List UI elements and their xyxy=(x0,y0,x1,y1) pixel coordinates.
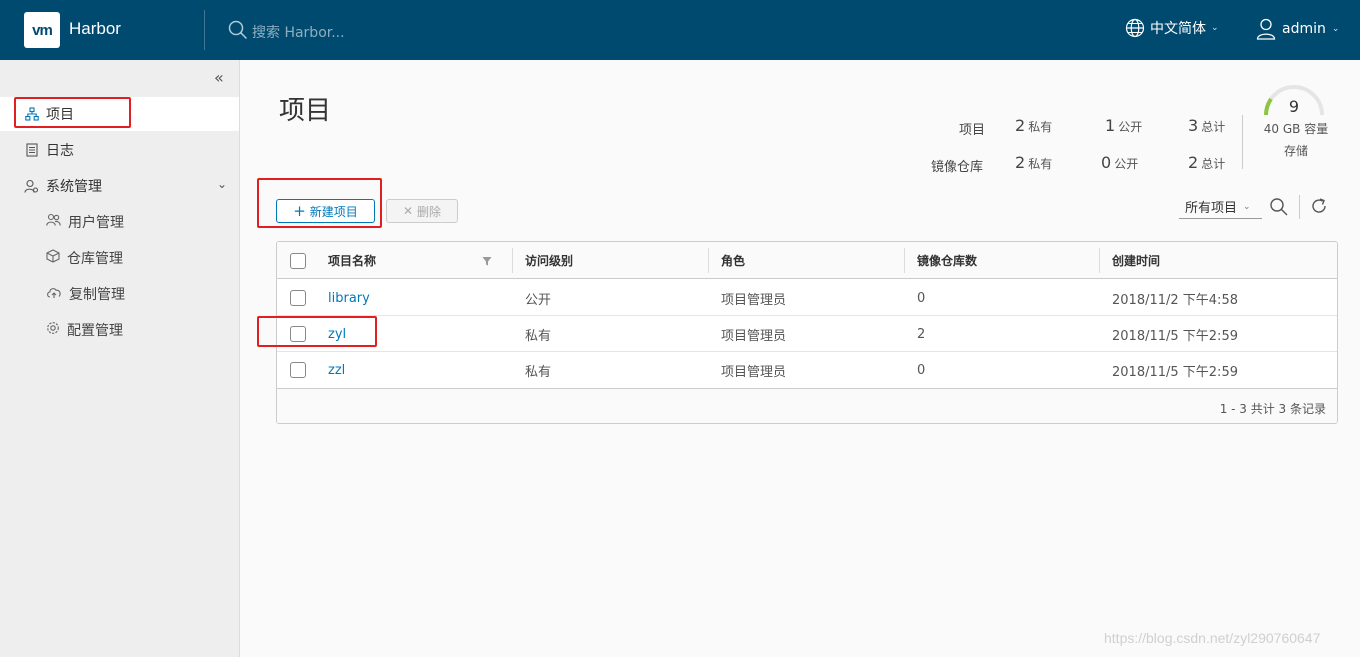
created-time: 2018/11/5 下午2:59 xyxy=(1112,328,1238,344)
search-icon[interactable] xyxy=(1269,197,1289,217)
filter-icon[interactable] xyxy=(482,256,492,266)
user-icon xyxy=(1256,18,1276,40)
column-header-repo-count[interactable]: 镜像仓库数 xyxy=(904,242,977,279)
global-search-input[interactable]: 搜索 Harbor... xyxy=(252,22,345,42)
select-all-checkbox[interactable] xyxy=(290,253,306,269)
project-name-link[interactable]: zzl xyxy=(315,352,345,388)
globe-icon xyxy=(1125,18,1145,38)
sidebar-item-label: 系统管理 xyxy=(46,179,102,195)
repo-count: 0 xyxy=(917,290,926,306)
sidebar-item-label: 用户管理 xyxy=(68,215,124,231)
column-header-access[interactable]: 访问级别 xyxy=(512,242,573,279)
sidebar-item-logs[interactable]: 日志 xyxy=(0,133,239,167)
stat-repos-total: 2 总计 xyxy=(1188,153,1226,172)
top-nav: vm Harbor 搜索 Harbor... 中文简体 ⌄ admin ⌄ xyxy=(0,0,1360,60)
row-checkbox[interactable] xyxy=(290,290,306,306)
refresh-icon[interactable] xyxy=(1310,197,1328,215)
gear-icon xyxy=(46,321,60,339)
role: 项目管理员 xyxy=(721,328,787,344)
chevron-down-icon: ⌄ xyxy=(1243,201,1251,212)
admin-icon xyxy=(24,179,39,194)
vmware-logo[interactable]: vm xyxy=(24,12,60,48)
annotation-box xyxy=(257,178,382,228)
stat-repos-label: 镜像仓库 xyxy=(931,160,984,175)
chevron-down-icon[interactable]: ⌄ xyxy=(217,177,227,191)
column-header-name[interactable]: 项目名称 xyxy=(315,242,376,279)
stats-divider xyxy=(1242,115,1243,169)
sidebar-item-user-management[interactable]: 用户管理 xyxy=(0,205,239,239)
repo-count: 2 xyxy=(917,326,926,342)
chevron-down-icon: ⌄ xyxy=(1211,23,1219,33)
replication-icon xyxy=(46,286,62,303)
annotation-box xyxy=(14,97,131,128)
pagination-summary: 1 - 3 共计 3 条记录 xyxy=(1219,402,1326,416)
sidebar-item-registry-management[interactable]: 仓库管理 xyxy=(0,241,239,275)
registry-icon xyxy=(46,249,60,267)
table-header: 项目名称 访问级别 角色 镜像仓库数 创建时间 xyxy=(277,242,1337,279)
username: admin xyxy=(1282,21,1326,37)
close-icon: ✕ xyxy=(402,204,414,218)
storage-capacity: 40 GB 容量 xyxy=(1263,122,1329,136)
search-icon[interactable] xyxy=(228,20,248,40)
logs-icon xyxy=(24,143,39,158)
stat-projects-public: 1 公开 xyxy=(1105,116,1143,135)
collapse-sidebar-icon[interactable]: « xyxy=(214,68,224,87)
access-level: 公开 xyxy=(525,292,552,308)
column-header-role[interactable]: 角色 xyxy=(708,242,745,279)
chevron-down-icon: ⌄ xyxy=(1331,24,1340,34)
user-menu[interactable]: admin ⌄ xyxy=(1256,18,1339,40)
table-row[interactable]: library 公开 项目管理员 0 2018/11/2 下午4:58 xyxy=(277,280,1337,316)
toolbar-divider xyxy=(1299,195,1300,219)
language-label: 中文简体 xyxy=(1150,21,1206,37)
projects-table: 项目名称 访问级别 角色 镜像仓库数 创建时间 library 公开 项目管理员… xyxy=(276,241,1338,424)
watermark: https://blog.csdn.net/zyl290760647 xyxy=(1104,630,1321,646)
access-level: 私有 xyxy=(525,328,552,344)
sidebar-item-config-management[interactable]: 配置管理 xyxy=(0,313,239,347)
project-filter-select[interactable]: 所有项目 ⌄ xyxy=(1179,195,1262,219)
sidebar-item-label: 复制管理 xyxy=(69,287,125,303)
header-divider xyxy=(204,10,205,50)
access-level: 私有 xyxy=(525,364,552,380)
sidebar-item-label: 日志 xyxy=(46,143,74,159)
created-time: 2018/11/5 下午2:59 xyxy=(1112,364,1238,380)
table-row[interactable]: zyl 私有 项目管理员 2 2018/11/5 下午2:59 xyxy=(277,316,1337,352)
sidebar-item-admin[interactable]: 系统管理 ⌄ xyxy=(0,169,239,203)
delete-button[interactable]: ✕ 删除 xyxy=(386,199,458,223)
stat-projects-label: 项目 xyxy=(959,123,986,138)
project-name-link[interactable]: library xyxy=(315,280,370,316)
role: 项目管理员 xyxy=(721,364,787,380)
language-selector[interactable]: 中文简体 ⌄ xyxy=(1125,18,1219,38)
repo-count: 0 xyxy=(917,362,926,378)
users-icon xyxy=(46,213,61,231)
column-header-created[interactable]: 创建时间 xyxy=(1099,242,1160,279)
stat-projects-total: 3 总计 xyxy=(1188,116,1226,135)
table-row[interactable]: zzl 私有 项目管理员 0 2018/11/5 下午2:59 xyxy=(277,352,1337,388)
role: 项目管理员 xyxy=(721,292,787,308)
created-time: 2018/11/2 下午4:58 xyxy=(1112,292,1238,308)
brand-title[interactable]: Harbor xyxy=(69,19,121,39)
sidebar-item-replication-management[interactable]: 复制管理 xyxy=(0,277,239,311)
sidebar-item-label: 仓库管理 xyxy=(67,251,123,267)
row-checkbox[interactable] xyxy=(290,362,306,378)
storage-label: 存储 xyxy=(1283,144,1308,158)
stat-repos-private: 2 私有 xyxy=(1015,153,1053,172)
table-footer: 1 - 3 共计 3 条记录 xyxy=(277,388,1337,423)
page-title: 项目 xyxy=(279,96,332,126)
sidebar: « 项目 日志 系统管理 ⌄ 用户管理 仓库管理 复制管理 配置管理 xyxy=(0,60,240,657)
stat-repos-public: 0 公开 xyxy=(1101,153,1139,172)
annotation-box xyxy=(257,316,377,347)
stat-projects-private: 2 私有 xyxy=(1015,116,1053,135)
sidebar-item-label: 配置管理 xyxy=(67,323,123,339)
storage-value: 9 xyxy=(1288,97,1300,116)
